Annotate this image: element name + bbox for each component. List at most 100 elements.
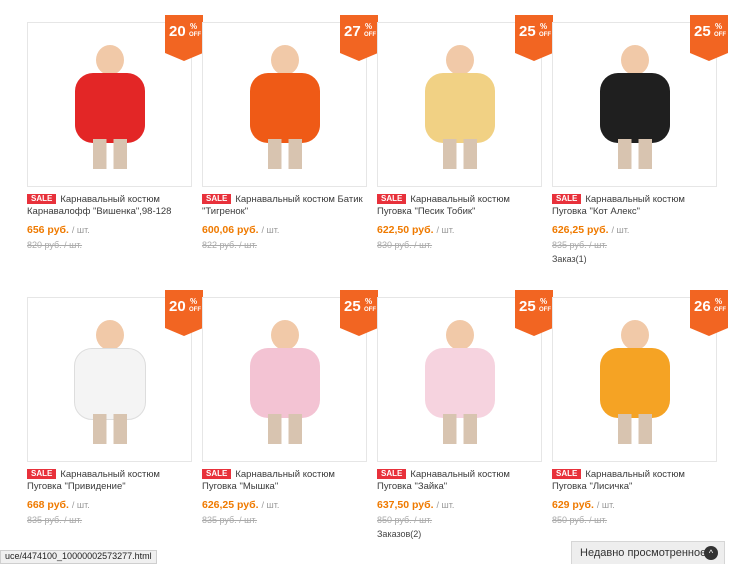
price-value: 637,50 руб. bbox=[377, 499, 434, 511]
sale-badge: SALE bbox=[377, 194, 407, 204]
discount-percent: % bbox=[190, 297, 198, 306]
price-unit: / шт. bbox=[261, 225, 280, 235]
sale-badge: SALE bbox=[27, 194, 57, 204]
recently-viewed-tab[interactable]: Недавно просмотренное ^ bbox=[571, 541, 725, 564]
product-title-line2[interactable]: "Тигренок" bbox=[202, 206, 248, 217]
discount-badge: 26 % OFF bbox=[690, 290, 728, 336]
product-title-line1[interactable]: Карнавальный костюм bbox=[585, 469, 685, 480]
product-title-line2[interactable]: Пуговка "Лисичка" bbox=[552, 481, 632, 492]
product-price: 656 руб. / шт. bbox=[27, 224, 90, 236]
old-price: 830 руб. / шт. bbox=[377, 240, 433, 250]
discount-percent: % bbox=[365, 297, 373, 306]
discount-badge: 25 % OFF bbox=[515, 15, 553, 61]
product-price: 668 руб. / шт. bbox=[27, 499, 90, 511]
product-title-line2[interactable]: Пуговка "Кот Алекс" bbox=[552, 206, 640, 217]
price-value: 629 руб. bbox=[552, 499, 594, 511]
discount-off: OFF bbox=[364, 32, 376, 38]
product-card[interactable]: 25 % OFF SALE Карнавальный костюм Пуговка… bbox=[202, 290, 378, 587]
old-price: 850 руб. / шт. bbox=[377, 515, 433, 525]
product-title-line2[interactable]: Пуговка "Песик Тобик" bbox=[377, 206, 475, 217]
product-price: 626,25 руб. / шт. bbox=[202, 499, 279, 511]
mouse-costume-image bbox=[236, 308, 334, 451]
product-title-line1[interactable]: Карнавальный костюм bbox=[235, 469, 335, 480]
sale-badge: SALE bbox=[377, 469, 407, 479]
price-unit: / шт. bbox=[71, 500, 90, 510]
price-value: 622,50 руб. bbox=[377, 224, 434, 236]
product-title-line1[interactable]: Карнавальный костюм Батик bbox=[235, 194, 362, 205]
discount-badge: 20 % OFF bbox=[165, 15, 203, 61]
product-title-line1[interactable]: Карнавальный костюм bbox=[410, 469, 510, 480]
product-price: 600,06 руб. / шт. bbox=[202, 224, 279, 236]
product-title-line1[interactable]: Карнавальный костюм bbox=[410, 194, 510, 205]
discount-off: OFF bbox=[714, 32, 726, 38]
product-title[interactable]: SALE Карнавальный костюм Пуговка "Зайка" bbox=[377, 469, 552, 493]
price-unit: / шт. bbox=[436, 225, 455, 235]
product-title[interactable]: SALE Карнавальный костюм Пуговка "Кот Але… bbox=[552, 194, 727, 218]
discount-value: 27 bbox=[344, 23, 361, 40]
discount-percent: % bbox=[715, 297, 723, 306]
ghost-costume-image bbox=[61, 308, 159, 451]
discount-badge: 25 % OFF bbox=[515, 290, 553, 336]
product-title[interactable]: SALE Карнавальный костюм Карнавалофф "Виш… bbox=[27, 194, 202, 218]
product-title-line2[interactable]: Карнавалофф "Вишенка",98-128 bbox=[27, 206, 171, 217]
old-price: 835 руб. / шт. bbox=[202, 515, 258, 525]
discount-value: 25 bbox=[344, 298, 361, 315]
product-price: 637,50 руб. / шт. bbox=[377, 499, 454, 511]
product-title-line1[interactable]: Карнавальный костюм bbox=[60, 194, 160, 205]
price-value: 626,25 руб. bbox=[202, 499, 259, 511]
discount-value: 20 bbox=[169, 298, 186, 315]
price-value: 656 руб. bbox=[27, 224, 69, 236]
product-title-line2[interactable]: Пуговка "Привидение" bbox=[27, 481, 126, 492]
discount-off: OFF bbox=[539, 307, 551, 313]
product-price: 622,50 руб. / шт. bbox=[377, 224, 454, 236]
cat-costume-image bbox=[586, 33, 684, 176]
product-card[interactable]: 25 % OFF SALE Карнавальный костюм Пуговка… bbox=[377, 15, 553, 312]
discount-badge: 25 % OFF bbox=[690, 15, 728, 61]
price-value: 668 руб. bbox=[27, 499, 69, 511]
tiger-costume-image bbox=[236, 33, 334, 176]
product-title-line1[interactable]: Карнавальный костюм bbox=[585, 194, 685, 205]
price-value: 626,25 руб. bbox=[552, 224, 609, 236]
product-title[interactable]: SALE Карнавальный костюм Пуговка "Мышка" bbox=[202, 469, 377, 493]
price-value: 600,06 руб. bbox=[202, 224, 259, 236]
status-bar-url: uce/4474100_10000002573277.html bbox=[0, 550, 157, 564]
discount-value: 25 bbox=[519, 298, 536, 315]
product-card[interactable]: 25 % OFF SALE Карнавальный костюм Пуговка… bbox=[377, 290, 553, 587]
discount-off: OFF bbox=[189, 32, 201, 38]
discount-percent: % bbox=[540, 22, 548, 31]
discount-off: OFF bbox=[189, 307, 201, 313]
old-price: 850 руб. / шт. bbox=[552, 515, 608, 525]
product-title[interactable]: SALE Карнавальный костюм Пуговка "Лисичка… bbox=[552, 469, 727, 493]
product-price: 629 руб. / шт. bbox=[552, 499, 615, 511]
product-card[interactable]: 27 % OFF SALE Карнавальный костюм Батик "… bbox=[202, 15, 378, 312]
price-unit: / шт. bbox=[261, 500, 280, 510]
order-count[interactable]: Заказ(1) bbox=[552, 254, 587, 264]
product-card[interactable]: 20 % OFF SALE Карнавальный костюм Пуговка… bbox=[27, 290, 203, 587]
sale-badge: SALE bbox=[552, 469, 582, 479]
order-count[interactable]: Заказов(2) bbox=[377, 529, 421, 539]
product-price: 626,25 руб. / шт. bbox=[552, 224, 629, 236]
discount-percent: % bbox=[190, 22, 198, 31]
discount-percent: % bbox=[540, 297, 548, 306]
discount-badge: 27 % OFF bbox=[340, 15, 378, 61]
product-title-line1[interactable]: Карнавальный костюм bbox=[60, 469, 160, 480]
product-title[interactable]: SALE Карнавальный костюм Пуговка "Песик Т… bbox=[377, 194, 552, 218]
product-card[interactable]: 20 % OFF SALE Карнавальный костюм Карнава… bbox=[27, 15, 203, 312]
product-title-line2[interactable]: Пуговка "Зайка" bbox=[377, 481, 447, 492]
price-unit: / шт. bbox=[611, 225, 630, 235]
price-unit: / шт. bbox=[436, 500, 455, 510]
bunny-costume-image bbox=[411, 308, 509, 451]
recently-viewed-label[interactable]: Недавно просмотренное bbox=[580, 547, 706, 559]
product-card[interactable]: 25 % OFF SALE Карнавальный костюм Пуговка… bbox=[552, 15, 728, 312]
product-title-line2[interactable]: Пуговка "Мышка" bbox=[202, 481, 278, 492]
chevron-up-icon[interactable]: ^ bbox=[704, 546, 718, 560]
old-price: 835 руб. / шт. bbox=[27, 515, 83, 525]
product-title[interactable]: SALE Карнавальный костюм Батик "Тигренок" bbox=[202, 194, 377, 218]
discount-off: OFF bbox=[714, 307, 726, 313]
old-price: 835 руб. / шт. bbox=[552, 240, 608, 250]
discount-value: 20 bbox=[169, 23, 186, 40]
discount-badge: 20 % OFF bbox=[165, 290, 203, 336]
discount-value: 25 bbox=[694, 23, 711, 40]
product-title[interactable]: SALE Карнавальный костюм Пуговка "Привиде… bbox=[27, 469, 202, 493]
discount-value: 25 bbox=[519, 23, 536, 40]
